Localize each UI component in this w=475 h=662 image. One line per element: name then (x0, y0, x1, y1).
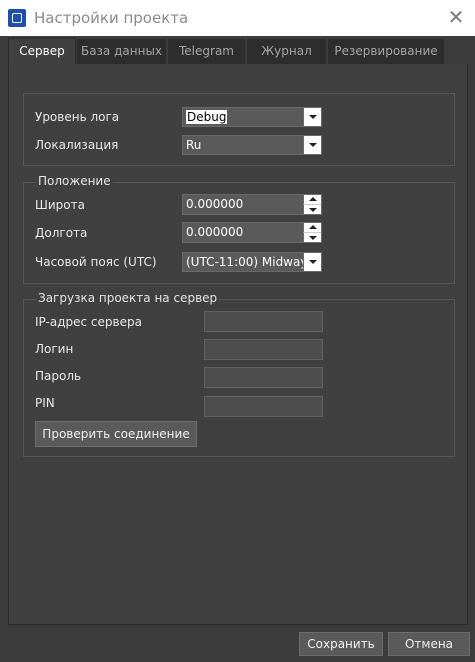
save-button[interactable]: Сохранить (299, 632, 383, 656)
server-tab-panel: Уровень лога Debug Локализация Ru Положе… (8, 64, 468, 625)
login-field[interactable] (204, 339, 323, 360)
timezone-select[interactable]: (UTC-11:00) Midway (182, 252, 322, 272)
app-icon (8, 9, 26, 27)
ip-label: IP-адрес сервера (35, 315, 142, 329)
log-level-value: Debug (186, 110, 228, 124)
locale-select[interactable]: Ru (182, 135, 322, 155)
password-field[interactable] (204, 367, 323, 388)
title-bar: Настройки проекта ✕ (0, 0, 475, 36)
position-group: Положение Широта 0.000000 Долгота 0.0000… (23, 174, 455, 284)
spin-up-icon[interactable] (303, 223, 321, 233)
upload-group-title: Загрузка проекта на сервер (36, 291, 220, 305)
tab-database[interactable]: База данных (77, 39, 167, 64)
timezone-label: Часовой пояс (UTC) (35, 255, 157, 269)
chevron-down-icon[interactable] (303, 136, 321, 154)
login-label: Логин (35, 342, 74, 356)
close-icon[interactable]: ✕ (445, 6, 467, 28)
general-group: Уровень лога Debug Локализация Ru (23, 93, 455, 166)
password-label: Пароль (35, 369, 82, 383)
longitude-label: Долгота (35, 226, 88, 240)
spin-down-icon[interactable] (303, 233, 321, 242)
locale-label: Локализация (35, 138, 119, 152)
upload-group: Загрузка проекта на сервер IP-адрес серв… (23, 291, 455, 457)
tab-server[interactable]: Сервер (8, 38, 76, 64)
tab-journal[interactable]: Журнал (247, 39, 327, 64)
timezone-value: (UTC-11:00) Midway (186, 255, 304, 269)
check-connection-button[interactable]: Проверить соединение (35, 421, 197, 447)
log-level-select[interactable]: Debug (182, 107, 322, 127)
spin-down-icon[interactable] (303, 205, 321, 214)
latitude-spinbox[interactable]: 0.000000 (182, 194, 322, 215)
window-title: Настройки проекта (34, 9, 189, 27)
tab-telegram[interactable]: Telegram (168, 39, 246, 64)
longitude-value: 0.000000 (186, 225, 244, 239)
position-group-title: Положение (36, 174, 113, 188)
spin-up-icon[interactable] (303, 195, 321, 205)
log-level-label: Уровень лога (35, 110, 120, 124)
pin-field[interactable] (204, 396, 323, 417)
pin-label: PIN (35, 396, 55, 410)
longitude-spinbox[interactable]: 0.000000 (182, 222, 322, 243)
latitude-value: 0.000000 (186, 197, 244, 211)
tab-backup[interactable]: Резервирование (328, 39, 445, 64)
ip-address-field[interactable] (204, 311, 323, 332)
cancel-button[interactable]: Отмена (388, 632, 470, 656)
latitude-label: Широта (35, 198, 85, 212)
locale-value: Ru (186, 138, 202, 152)
chevron-down-icon[interactable] (303, 108, 321, 126)
chevron-down-icon[interactable] (303, 253, 321, 271)
tab-bar: Сервер База данных Telegram Журнал Резер… (0, 36, 475, 64)
